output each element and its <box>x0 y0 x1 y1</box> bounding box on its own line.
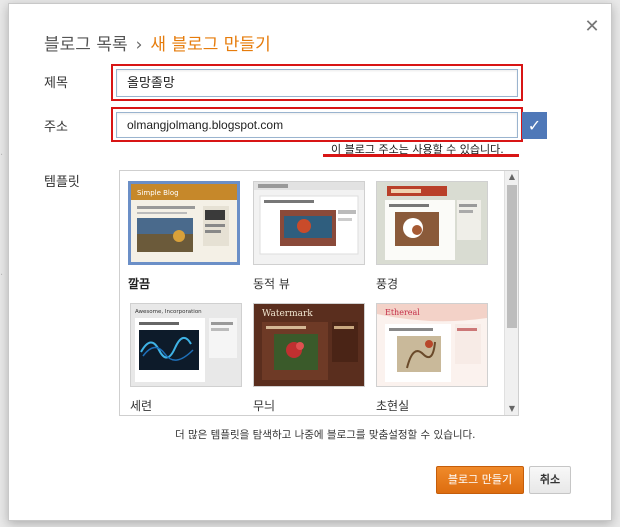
template-thumbnail[interactable]: Ethereal <box>376 303 488 387</box>
scroll-up-icon[interactable]: ▲ <box>505 171 518 183</box>
template-name: 풍경 <box>376 277 399 291</box>
template-name: 무늬 <box>253 399 276 413</box>
template-ethereal[interactable]: Ethereal 초현실 <box>376 303 488 414</box>
template-thumbnail[interactable]: Simple Blog <box>128 181 240 265</box>
template-label: 템플릿 <box>44 175 80 190</box>
breadcrumb: 블로그 목록 › 새 블로그 만들기 <box>44 34 271 56</box>
breadcrumb-separator: › <box>135 35 143 55</box>
title-input[interactable]: 올망졸망 <box>116 69 518 97</box>
check-icon: ✓ <box>522 112 547 139</box>
template-name: 초현실 <box>376 399 410 413</box>
breadcrumb-blog-list-link[interactable]: 블로그 목록 <box>44 35 128 55</box>
availability-underline <box>323 154 519 157</box>
scroll-down-icon[interactable]: ▼ <box>505 403 518 415</box>
title-label: 제목 <box>44 76 68 91</box>
awesome-inc-title: Awesome, Incorporation <box>135 309 202 315</box>
breadcrumb-current: 새 블로그 만들기 <box>150 35 271 55</box>
address-label: 주소 <box>44 120 68 135</box>
watermark-title: Watermark <box>262 309 313 319</box>
template-name: 세련 <box>130 399 153 413</box>
template-thumbnail[interactable] <box>253 181 365 265</box>
template-thumbnail[interactable]: Awesome, Incorporation <box>130 303 242 387</box>
cancel-button[interactable]: 취소 <box>529 466 571 494</box>
template-name: 동적 뷰 <box>253 277 290 291</box>
template-picture-window[interactable]: 풍경 <box>376 181 488 292</box>
scroll-thumb[interactable] <box>507 185 517 328</box>
address-input[interactable]: olmangjolmang.blogspot.com <box>116 112 518 138</box>
template-thumbnail[interactable] <box>376 181 488 265</box>
background-page-text: · <box>0 270 4 281</box>
template-scrollbar[interactable]: ▲ ▼ <box>504 171 518 415</box>
create-blog-button[interactable]: 블로그 만들기 <box>436 466 524 494</box>
template-watermark[interactable]: Watermark 무늬 <box>253 303 365 414</box>
background-page-text: · <box>0 150 4 161</box>
template-awesome-inc[interactable]: Awesome, Incorporation 세련 <box>130 303 242 414</box>
simple-blog-title: Simple Blog <box>137 189 179 197</box>
ethereal-title: Ethereal <box>385 308 420 317</box>
template-thumbnail[interactable]: Watermark <box>253 303 365 387</box>
template-simple[interactable]: Simple Blog 깔끔 <box>128 181 240 292</box>
create-blog-dialog: ✕ 블로그 목록 › 새 블로그 만들기 제목 올망졸망 주소 olmangjolm… <box>8 3 612 521</box>
template-dynamic-views[interactable]: 동적 뷰 <box>253 181 365 292</box>
template-list[interactable]: Simple Blog 깔끔 동적 뷰 풍경 Awesome, Incorpor… <box>119 170 519 416</box>
template-name: 깔끔 <box>128 277 151 291</box>
close-icon[interactable]: ✕ <box>583 18 601 36</box>
template-help-text: 더 많은 템플릿을 탐색하고 나중에 블로그를 맞춤설정할 수 있습니다. <box>175 429 476 441</box>
